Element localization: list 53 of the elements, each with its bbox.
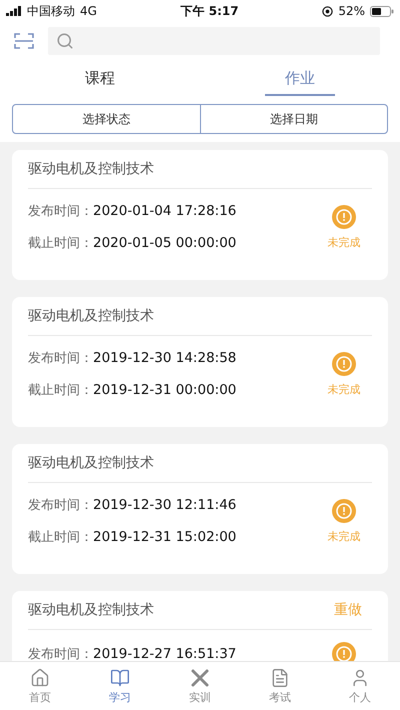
search-icon (56, 32, 74, 50)
book-icon (110, 668, 130, 688)
nav-label: 个人 (349, 690, 371, 704)
publish-time: 2020-01-04 17:28:16 (93, 203, 236, 219)
warning-icon (332, 498, 356, 522)
nav-item[interactable]: 学习 (80, 662, 160, 710)
deadline-time: 2019-12-31 00:00:00 (93, 382, 236, 398)
deadline-time: 2020-01-05 00:00:00 (93, 235, 236, 251)
warning-icon (332, 204, 356, 228)
orientation-lock-icon (322, 6, 334, 16)
assignment-card[interactable]: 驱动电机及控制技术 重做 发布时间：2019-12-27 16:51:37 (12, 591, 388, 661)
deadline-label: 截止时间： (28, 529, 93, 546)
deadline-time: 2019-12-31 15:02:00 (93, 529, 236, 545)
warning-icon (332, 352, 356, 376)
publish-label: 发布时间： (28, 203, 93, 220)
publish-time: 2019-12-30 14:28:58 (93, 350, 236, 366)
course-title: 驱动电机及控制技术 (28, 601, 154, 619)
publish-label: 发布时间： (28, 646, 93, 661)
publish-time: 2019-12-30 12:11:46 (93, 497, 236, 513)
carrier-name: 中国移动 (27, 2, 75, 20)
deadline-label: 截止时间： (28, 235, 93, 252)
filter-dropdown[interactable]: 选择状态 (13, 105, 200, 133)
deadline-label: 截止时间： (28, 382, 93, 399)
course-title: 驱动电机及控制技术 (28, 454, 154, 472)
clock-time: 下午 5:17 (180, 2, 239, 20)
publish-time: 2019-12-27 16:51:37 (93, 646, 236, 661)
status-label: 未完成 (328, 528, 360, 544)
search-field[interactable] (48, 27, 380, 55)
battery-icon (370, 6, 394, 16)
signal-icon (6, 6, 22, 16)
nav-label: 学习 (109, 690, 131, 704)
battery-percent: 52% (338, 4, 365, 18)
publish-label: 发布时间： (28, 350, 93, 367)
course-title: 驱动电机及控制技术 (28, 307, 154, 325)
assignment-card[interactable]: 驱动电机及控制技术 发布时间：2019-12-30 14:28:58 截止时间：2019-12-31 00:00:00 未完成 (12, 297, 388, 427)
course-title: 驱动电机及控制技术 (28, 160, 154, 178)
publish-label: 发布时间： (28, 497, 93, 514)
assignment-card[interactable]: 驱动电机及控制技术 发布时间：2019-12-30 12:11:46 截止时间：2019-12-31 15:02:00 未完成 (12, 444, 388, 574)
network-type: 4G (80, 4, 97, 18)
document-icon (270, 668, 290, 688)
filter-dropdown[interactable]: 选择日期 (200, 105, 387, 133)
tab[interactable]: 作业 (265, 60, 335, 96)
tab[interactable]: 课程 (65, 60, 135, 96)
home-icon (30, 668, 50, 688)
nav-label: 实训 (189, 690, 211, 704)
status-label: 未完成 (328, 234, 360, 250)
nav-label: 考试 (269, 690, 291, 704)
scan-icon[interactable] (14, 32, 34, 50)
nav-label: 首页 (29, 690, 51, 704)
nav-item[interactable]: 个人 (320, 662, 400, 710)
assignment-card[interactable]: 驱动电机及控制技术 发布时间：2020-01-04 17:28:16 截止时间：2020-01-05 00:00:00 未完成 (12, 150, 388, 280)
nav-item[interactable]: 考试 (240, 662, 320, 710)
status-label: 未完成 (328, 382, 360, 396)
